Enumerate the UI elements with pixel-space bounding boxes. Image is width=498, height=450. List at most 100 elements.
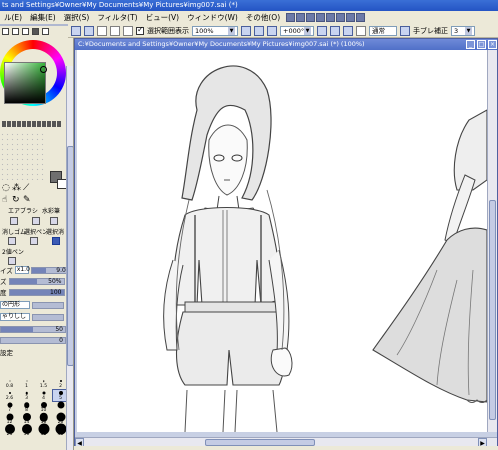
- rotate-right-button[interactable]: [330, 25, 340, 36]
- swatch[interactable]: [2, 121, 6, 127]
- menu-item-filter[interactable]: フィルタ(T): [93, 11, 141, 24]
- menu-item-edit-prefix[interactable]: ル(E): [0, 11, 26, 24]
- flip-horizontal-button[interactable]: [356, 25, 366, 36]
- brush-size-cell[interactable]: 2.6: [2, 390, 17, 401]
- shape-strength-slider[interactable]: [32, 301, 64, 309]
- brush-size-cell[interactable]: 4: [36, 390, 51, 401]
- menu-item-other[interactable]: その他(O): [242, 11, 284, 24]
- view-mode-button-2[interactable]: [296, 13, 306, 22]
- view-mode-button-1[interactable]: [286, 13, 296, 22]
- zoom-in-button[interactable]: [254, 25, 264, 36]
- hand-icon[interactable]: ☝: [2, 196, 7, 205]
- eraser-tool-icon[interactable]: [8, 237, 16, 245]
- menu-item-view[interactable]: ビュー(V): [142, 11, 183, 24]
- rgb-slider-icon[interactable]: [12, 28, 19, 35]
- minimize-icon[interactable]: _: [466, 40, 475, 49]
- redo-button[interactable]: [84, 25, 94, 36]
- brush-size-cell[interactable]: 30: [19, 424, 34, 437]
- swatch[interactable]: [32, 121, 36, 127]
- blending-slider[interactable]: 50: [0, 325, 66, 333]
- persistence-slider[interactable]: 0: [0, 336, 66, 344]
- selection-display-checkbox[interactable]: [136, 25, 144, 35]
- rotate-reset-button[interactable]: [343, 25, 353, 36]
- stabilizer-select[interactable]: 3 ▼: [451, 25, 475, 36]
- swatch[interactable]: [17, 121, 21, 127]
- view-mode-button-8[interactable]: [356, 13, 366, 22]
- brush-size-cell[interactable]: 1: [19, 378, 34, 389]
- view-mode-button-6[interactable]: [336, 13, 346, 22]
- view-mode-button-5[interactable]: [326, 13, 336, 22]
- binary-pen-tool-icon[interactable]: [8, 257, 16, 265]
- menu-item-select[interactable]: 選択(S): [60, 11, 94, 24]
- view-mode-button-7[interactable]: [346, 13, 356, 22]
- magic-wand-icon[interactable]: ⁂: [12, 184, 21, 193]
- airbrush-tool-icon[interactable]: [10, 217, 18, 225]
- brush-dot: [42, 380, 45, 382]
- rotation-select[interactable]: +000° ▼: [280, 25, 314, 36]
- swatch[interactable]: [22, 121, 26, 127]
- canvas-vertical-scroll-thumb[interactable]: [489, 200, 496, 420]
- swatch[interactable]: [27, 121, 31, 127]
- watercolor-tool-icon[interactable]: [50, 217, 58, 225]
- brush-tool-icon[interactable]: [32, 217, 40, 225]
- brush-size-cell[interactable]: 7: [2, 402, 17, 413]
- brush-shape-select[interactable]: の円形: [0, 301, 30, 309]
- drawing-canvas[interactable]: [77, 50, 487, 432]
- detail-settings-label[interactable]: 設定: [0, 347, 13, 357]
- canvas-vertical-scrollbar[interactable]: [487, 50, 497, 432]
- brush-dot: [59, 380, 62, 382]
- brush-size-cell[interactable]: 8: [19, 402, 34, 413]
- view-mode-button-3[interactable]: [306, 13, 316, 22]
- brush-size-cell[interactable]: 0.8: [2, 378, 17, 389]
- palette-icon[interactable]: [32, 28, 39, 35]
- undo-button[interactable]: [71, 25, 81, 36]
- left-panel-scrollbar[interactable]: [66, 66, 73, 450]
- blend-mode-select[interactable]: 通常: [369, 25, 397, 36]
- density-slider[interactable]: 100: [8, 288, 65, 296]
- min-size-slider[interactable]: 50%: [8, 277, 65, 285]
- brush-size-cell[interactable]: 3: [19, 390, 34, 401]
- swatch[interactable]: [57, 121, 61, 127]
- left-panel-scroll-thumb[interactable]: [67, 146, 73, 366]
- swatch[interactable]: [47, 121, 51, 127]
- swatch[interactable]: [52, 121, 56, 127]
- canvas-horizontal-scroll-thumb[interactable]: [205, 439, 315, 446]
- swatch[interactable]: [42, 121, 46, 127]
- select-erase-tool-icon[interactable]: [52, 237, 60, 245]
- maximize-icon[interactable]: □: [477, 40, 486, 49]
- brush-texture-select[interactable]: ゃりしし: [0, 313, 30, 321]
- brush-size-cell[interactable]: 10: [36, 402, 51, 413]
- stabilizer-icon: [400, 25, 410, 36]
- close-icon[interactable]: ×: [488, 40, 497, 49]
- color-wheel-mode-icon[interactable]: [2, 28, 9, 35]
- flip-button[interactable]: [123, 25, 133, 36]
- color-picker-cursor[interactable]: [40, 66, 47, 73]
- lasso-icon[interactable]: ◌: [2, 184, 10, 193]
- brush-size-cell[interactable]: 1.5: [36, 378, 51, 389]
- swatch[interactable]: [7, 121, 11, 127]
- brush-size-cell[interactable]: 35: [36, 423, 51, 437]
- texture-strength-slider[interactable]: [32, 313, 64, 321]
- rotate-icon[interactable]: ↻: [12, 196, 20, 205]
- rotate-left-button[interactable]: [317, 25, 327, 36]
- dropper-icon[interactable]: ✎: [23, 196, 31, 205]
- swatch[interactable]: [12, 121, 16, 127]
- invert-selection-button[interactable]: [110, 25, 120, 36]
- swatch[interactable]: [37, 121, 41, 127]
- zoom-out-button[interactable]: [241, 25, 251, 36]
- zoom-select[interactable]: 100% ▼: [192, 25, 238, 36]
- view-mode-button-4[interactable]: [316, 13, 326, 22]
- brush-size-cell[interactable]: 25: [2, 424, 17, 437]
- zoom-reset-button[interactable]: [267, 25, 277, 36]
- deselect-button[interactable]: [97, 25, 107, 36]
- eyedropper-icon[interactable]: ⟋: [23, 184, 29, 193]
- eraser-label: 消しゴム: [2, 229, 27, 236]
- size-multiplier[interactable]: x1.0: [14, 266, 30, 274]
- scratchpad-icon[interactable]: [42, 28, 49, 35]
- scratch-pad[interactable]: [0, 132, 46, 180]
- size-slider[interactable]: 9.0: [30, 266, 69, 274]
- menu-item-window[interactable]: ウィンドウ(W): [183, 11, 242, 24]
- select-pen-tool-icon[interactable]: [30, 237, 38, 245]
- hsv-slider-icon[interactable]: [22, 28, 29, 35]
- menu-item-edit[interactable]: 編集(E): [26, 11, 60, 24]
